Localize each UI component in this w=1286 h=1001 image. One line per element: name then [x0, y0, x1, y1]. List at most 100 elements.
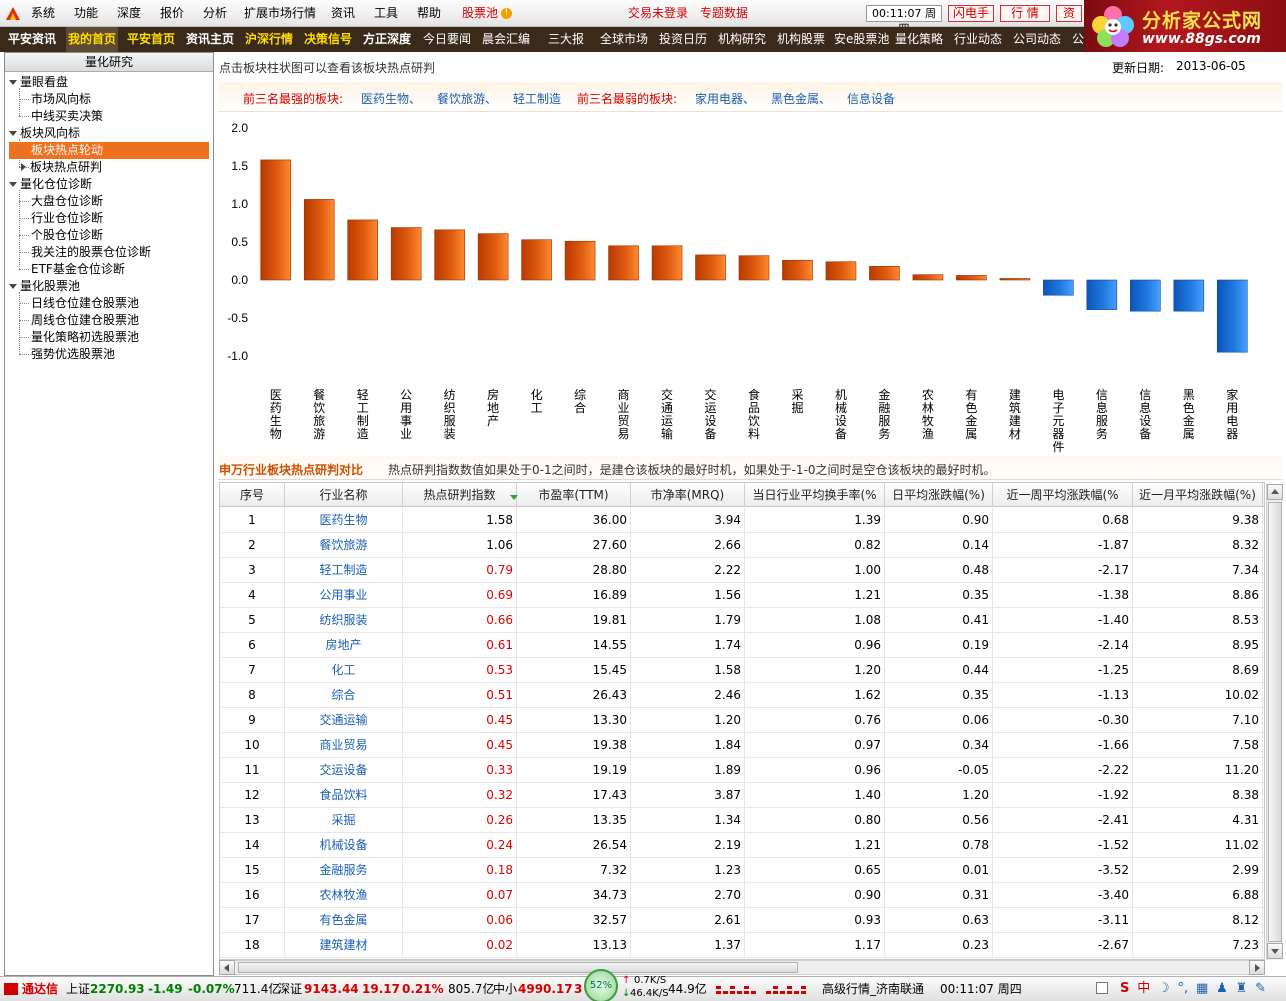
column-header[interactable]: 行业名称 — [285, 483, 403, 507]
scroll-thumb[interactable] — [1268, 502, 1282, 942]
expand-arrow-icon[interactable] — [9, 80, 17, 85]
nav-three-papers[interactable]: 三大报 — [548, 27, 584, 52]
menu-depth[interactable]: 深度 — [117, 0, 141, 27]
tree-item[interactable]: 强势优选股票池 — [31, 346, 115, 363]
expand-arrow-icon[interactable] — [9, 182, 17, 187]
chart-bar[interactable] — [1130, 279, 1161, 312]
chart-bar[interactable] — [825, 261, 857, 281]
sector-name-cell[interactable]: 采掘 — [285, 808, 403, 833]
tree-item[interactable]: 市场风向标 — [31, 91, 91, 108]
chart-bar[interactable] — [1216, 279, 1248, 353]
zx-label[interactable]: 中小 — [493, 981, 517, 997]
strongest-item[interactable]: 医药生物、 — [361, 90, 421, 107]
sector-name-cell[interactable]: 金融服务 — [285, 858, 403, 883]
table-row[interactable]: 16 农林牧渔 0.07 34.73 2.70 0.90 0.31 -3.40 6.88 — [220, 883, 1264, 908]
weakest-item[interactable]: 家用电器、 — [695, 90, 755, 107]
menu-help[interactable]: 帮助 — [417, 0, 441, 27]
chart-bar[interactable] — [260, 159, 292, 281]
column-header[interactable]: 日平均涨跌幅(%) — [885, 483, 993, 507]
nav-ae-stock-pool[interactable]: 安e股票池 — [834, 27, 889, 52]
sogou-s-icon[interactable]: S — [1120, 979, 1129, 999]
table-row[interactable]: 4 公用事业 0.69 16.89 1.56 1.21 0.35 -1.38 8.86 — [220, 583, 1264, 608]
vertical-scrollbar[interactable] — [1266, 484, 1283, 960]
menu-system[interactable]: 系统 — [31, 0, 55, 27]
strongest-item[interactable]: 餐饮旅游、 — [437, 90, 497, 107]
sh-label[interactable]: 上证 — [66, 981, 90, 997]
sector-name-cell[interactable]: 建筑建材 — [285, 933, 403, 958]
special-data-link[interactable]: 专题数据 — [700, 0, 748, 27]
chart-bar[interactable] — [956, 275, 987, 281]
nav-global-market[interactable]: 全球市场 — [600, 27, 648, 52]
weakest-item[interactable]: 信息设备 — [847, 90, 895, 107]
nav-morning-meeting[interactable]: 晨会汇编 — [482, 27, 530, 52]
wrench-icon[interactable]: ✎ — [1255, 979, 1266, 999]
menu-extended-market[interactable]: 扩展市场行情 — [244, 0, 316, 27]
nav-institution-stocks[interactable]: 机构股票 — [777, 27, 825, 52]
sector-name-cell[interactable]: 纺织服装 — [285, 608, 403, 633]
info-button[interactable]: 资 — [1056, 5, 1082, 22]
table-row[interactable]: 11 交运设备 0.33 19.19 1.89 0.96 -0.05 -2.22 11.20 — [220, 758, 1264, 783]
column-header[interactable]: 当日行业平均换手率(% — [745, 483, 885, 507]
nav-pingan-news[interactable]: 平安资讯 — [8, 27, 56, 52]
chart-bar[interactable] — [695, 254, 726, 281]
sector-name-cell[interactable]: 机械设备 — [285, 833, 403, 858]
table-row[interactable]: 15 金融服务 0.18 7.32 1.23 0.65 0.01 -3.52 2.99 — [220, 858, 1264, 883]
scroll-up-button[interactable] — [1267, 484, 1283, 500]
table-row[interactable]: 10 商业贸易 0.45 19.38 1.84 0.97 0.34 -1.66 7.58 — [220, 733, 1264, 758]
tree-item[interactable]: 板块热点轮动 — [9, 142, 209, 159]
moon-icon[interactable]: ☽ — [1158, 979, 1170, 999]
tree-item[interactable]: 板块热点研判 — [21, 159, 102, 176]
sector-name-cell[interactable]: 农林牧渔 — [285, 883, 403, 908]
nav-pingan-home[interactable]: 平安首页 — [127, 27, 175, 52]
sector-name-cell[interactable]: 医药生物 — [285, 508, 403, 533]
expand-arrow-icon[interactable] — [9, 284, 17, 289]
chart-bar[interactable] — [477, 233, 509, 281]
chart-bar[interactable] — [1043, 279, 1074, 296]
skin-icon[interactable]: ♟ — [1216, 979, 1228, 999]
table-row[interactable]: 5 纺织服装 0.66 19.81 1.79 1.08 0.41 -1.40 8.53 — [220, 608, 1264, 633]
sector-name-cell[interactable]: 公用事业 — [285, 583, 403, 608]
horizontal-scrollbar[interactable] — [219, 960, 1265, 975]
nav-institution-research[interactable]: 机构研究 — [718, 27, 766, 52]
sector-name-cell[interactable]: 交运设备 — [285, 758, 403, 783]
sector-name-cell[interactable]: 有色金属 — [285, 908, 403, 933]
nav-quant-strategy[interactable]: 量化策略 — [895, 27, 943, 52]
punctuation-icon[interactable]: °, — [1178, 979, 1189, 999]
scroll-thumb[interactable] — [238, 962, 798, 973]
column-header[interactable]: 市净率(MRQ) — [631, 483, 745, 507]
tree-item[interactable]: 周线仓位建仓股票池 — [31, 312, 139, 329]
nav-company-news[interactable]: 公司动态 — [1013, 27, 1061, 52]
nav-industry-news[interactable]: 行业动态 — [954, 27, 1002, 52]
chart-bar[interactable] — [347, 219, 378, 281]
tree-item[interactable]: 大盘仓位诊断 — [31, 193, 103, 210]
scroll-down-button[interactable] — [1267, 943, 1283, 959]
scroll-right-button[interactable] — [1249, 960, 1265, 975]
menu-quote[interactable]: 报价 — [160, 0, 184, 27]
expand-arrow-icon[interactable] — [9, 131, 17, 136]
nav-news-home[interactable]: 资讯主页 — [186, 27, 234, 52]
server-name[interactable]: 高级行情_济南联通 — [822, 981, 924, 997]
flash-trade-button[interactable]: 闪电手 — [948, 5, 994, 22]
sector-name-cell[interactable]: 餐饮旅游 — [285, 533, 403, 558]
nav-today-news[interactable]: 今日要闻 — [423, 27, 471, 52]
menu-stock-pool[interactable]: 股票池 — [462, 0, 498, 27]
sz-label[interactable]: 深证 — [278, 981, 302, 997]
menu-function[interactable]: 功能 — [74, 0, 98, 27]
sector-name-cell[interactable]: 食品饮料 — [285, 783, 403, 808]
nav-my-home[interactable]: 我的首页 — [66, 27, 119, 52]
sector-name-cell[interactable]: 化工 — [285, 658, 403, 683]
menu-tools[interactable]: 工具 — [374, 0, 398, 27]
chart-bar[interactable] — [1086, 279, 1118, 310]
sector-name-cell[interactable]: 商业贸易 — [285, 733, 403, 758]
tree-item[interactable]: ETF基金仓位诊断 — [31, 261, 125, 278]
tree-item[interactable]: 日线仓位建仓股票池 — [31, 295, 139, 312]
table-row[interactable]: 3 轻工制造 0.79 28.80 2.22 1.00 0.48 -2.17 7.34 — [220, 558, 1264, 583]
table-row[interactable]: 13 采掘 0.26 13.35 1.34 0.80 0.56 -2.41 4.31 — [220, 808, 1264, 833]
trade-status[interactable]: 交易未登录 — [628, 0, 688, 27]
table-row[interactable]: 12 食品饮料 0.32 17.43 3.87 1.40 1.20 -1.92 8.38 — [220, 783, 1264, 808]
chart-bar[interactable] — [738, 255, 770, 281]
table-row[interactable]: 6 房地产 0.61 14.55 1.74 0.96 0.19 -2.14 8.95 — [220, 633, 1264, 658]
tree-item[interactable]: 中线买卖决策 — [31, 108, 103, 125]
keyboard-icon[interactable]: ▦ — [1196, 979, 1208, 999]
shirt-icon[interactable]: ♜ — [1236, 979, 1248, 999]
